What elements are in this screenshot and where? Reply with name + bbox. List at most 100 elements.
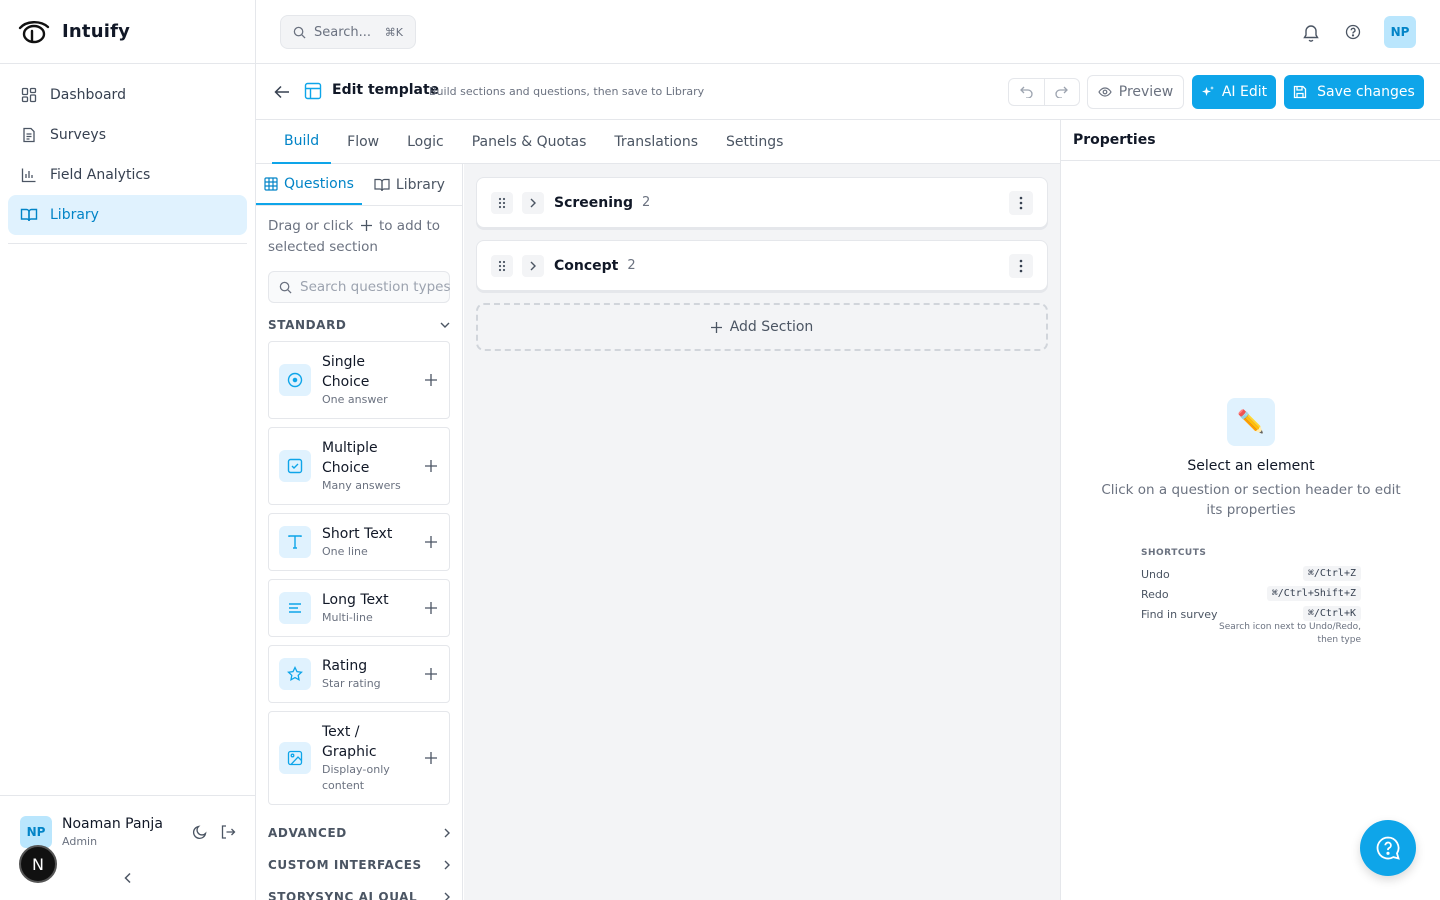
preview-button[interactable]: Preview <box>1087 75 1184 109</box>
collapse-sidebar-icon[interactable] <box>119 869 137 887</box>
question-type-multiple-choice[interactable]: Multiple Choice Many answers <box>268 427 450 505</box>
add-section-button[interactable]: Add Section <box>476 303 1048 351</box>
palette-tab-library[interactable]: Library <box>366 164 453 205</box>
sidebar-item-surveys[interactable]: Surveys <box>8 115 247 155</box>
plus-icon[interactable] <box>423 458 439 474</box>
sidebar-item-library[interactable]: Library <box>8 195 247 235</box>
group-custom-interfaces[interactable]: CUSTOM INTERFACES <box>256 849 462 881</box>
more-vertical-icon[interactable] <box>1009 191 1033 215</box>
question-type-short-text[interactable]: Short Text One line <box>268 513 450 571</box>
ai-edit-button[interactable]: AI Edit <box>1192 75 1276 109</box>
question-type-name: Short Text <box>322 526 393 542</box>
drag-handle-icon[interactable] <box>491 191 513 214</box>
tab-translations[interactable]: Translations <box>602 120 710 164</box>
grid-icon <box>264 176 278 191</box>
question-type-single-choice[interactable]: Single Choice One answer <box>268 341 450 419</box>
group-label: CUSTOM INTERFACES <box>268 858 422 872</box>
shortcut-note: Search icon next to Undo/Redo, then type <box>1218 622 1361 645</box>
question-type-name: Multiple Choice <box>322 440 378 476</box>
intuify-logo-icon <box>18 18 50 46</box>
header-avatar[interactable]: NP <box>1384 16 1416 48</box>
empty-title: Select an element <box>1187 458 1315 474</box>
tab-flow[interactable]: Flow <box>335 120 391 164</box>
tab-settings[interactable]: Settings <box>714 120 795 164</box>
image-icon <box>279 742 311 774</box>
tab-panels-quotas[interactable]: Panels & Quotas <box>460 120 599 164</box>
dashboard-icon <box>20 86 38 104</box>
more-vertical-icon[interactable] <box>1009 254 1033 278</box>
bar-chart-icon <box>20 166 38 184</box>
eye-icon <box>1098 87 1112 97</box>
search-shortcut: ⌘K <box>384 25 403 39</box>
plus-icon[interactable] <box>423 666 439 682</box>
star-icon <box>279 658 311 690</box>
question-type-name: Text / Graphic <box>322 724 377 760</box>
palette-tab-questions[interactable]: Questions <box>256 164 362 205</box>
search-input[interactable] <box>300 279 450 295</box>
section-name: Screening <box>554 194 634 211</box>
chevron-right-icon <box>444 860 450 870</box>
plus-icon <box>710 321 722 333</box>
document-icon <box>20 126 38 144</box>
search-label: Search... <box>314 24 372 40</box>
page-title: Edit template <box>332 82 440 98</box>
empty-description: Click on a question or section header to… <box>1101 482 1401 518</box>
global-search-button[interactable]: Search... ⌘K <box>280 15 416 49</box>
question-type-desc: Multi-line <box>322 611 373 624</box>
search-icon <box>293 26 306 39</box>
bell-icon[interactable] <box>1300 21 1322 43</box>
question-type-rating[interactable]: Rating Star rating <box>268 645 450 703</box>
undo-icon[interactable] <box>1009 79 1045 105</box>
question-type-search[interactable] <box>268 271 450 303</box>
book-open-icon <box>374 178 390 192</box>
sparkles-icon <box>1201 85 1215 99</box>
question-type-long-text[interactable]: Long Text Multi-line <box>268 579 450 637</box>
section-question-count: 2 <box>642 195 651 210</box>
user-profile[interactable]: NP Noaman Panja Admin <box>20 816 163 848</box>
question-type-desc: Many answers <box>322 479 401 492</box>
question-type-name: Rating <box>322 658 368 674</box>
tab-build[interactable]: Build <box>272 120 332 164</box>
chevron-right-icon <box>444 828 450 838</box>
back-arrow-icon[interactable] <box>272 82 292 102</box>
palette-tab-label: Library <box>395 176 445 193</box>
sidebar-item-label: Library <box>50 207 99 223</box>
group-advanced[interactable]: ADVANCED <box>256 817 462 849</box>
editor-tabs: Build Flow Logic Panels & Quotas Transla… <box>256 120 1060 164</box>
drag-handle-icon[interactable] <box>491 254 513 277</box>
question-palette: Questions Library Drag or click to add t… <box>256 164 463 900</box>
shortcut-row: Find in survey ⌘/Ctrl+K <box>1141 606 1361 621</box>
plus-icon <box>360 217 372 237</box>
align-left-icon <box>279 592 311 624</box>
plus-icon[interactable] <box>423 372 439 388</box>
moon-icon[interactable] <box>191 823 209 841</box>
plus-icon[interactable] <box>423 750 439 766</box>
question-type-name: Single Choice <box>322 354 370 390</box>
n-badge[interactable]: N <box>19 845 57 883</box>
help-chat-button[interactable] <box>1360 820 1416 876</box>
brand[interactable]: Intuify <box>0 0 255 64</box>
section-card[interactable]: Screening 2 <box>476 177 1048 228</box>
chevron-right-icon[interactable] <box>522 254 544 277</box>
topbar: Search... ⌘K NP <box>256 0 1440 64</box>
help-chat-icon <box>1375 835 1401 861</box>
question-type-desc: One line <box>322 545 368 558</box>
question-type-text-graphic[interactable]: Text / Graphic Display-only content <box>268 711 450 805</box>
logout-icon[interactable] <box>219 823 237 841</box>
tab-logic[interactable]: Logic <box>395 120 456 164</box>
sidebar-item-field-analytics[interactable]: Field Analytics <box>8 155 247 195</box>
sidebar-item-dashboard[interactable]: Dashboard <box>8 75 247 115</box>
question-type-desc: Star rating <box>322 677 381 690</box>
group-storysync-ai-qual[interactable]: STORYSYNC AI QUAL <box>256 881 462 900</box>
help-icon[interactable] <box>1342 21 1364 43</box>
plus-icon[interactable] <box>423 534 439 550</box>
group-standard[interactable]: STANDARD <box>256 309 462 341</box>
plus-icon[interactable] <box>423 600 439 616</box>
save-changes-button[interactable]: Save changes <box>1284 75 1424 109</box>
pencil-icon: ✏️ <box>1227 398 1275 446</box>
nav-divider <box>8 243 247 244</box>
section-card[interactable]: Concept 2 <box>476 240 1048 291</box>
chevron-right-icon[interactable] <box>522 191 544 214</box>
palette-tab-label: Questions <box>284 175 354 192</box>
redo-icon[interactable] <box>1045 79 1080 105</box>
